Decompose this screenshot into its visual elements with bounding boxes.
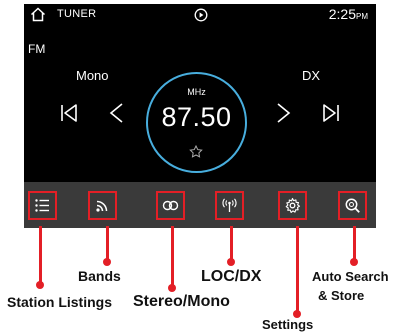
stereo-icon	[162, 200, 179, 211]
auto-search-button[interactable]	[338, 191, 367, 220]
callout-auto-search-store: & Store	[318, 288, 365, 303]
bottom-button-bar	[24, 182, 376, 228]
callout-dot-stereo-mono	[168, 284, 176, 292]
clock-ampm: PM	[356, 12, 368, 21]
callout-stereo-mono: Stereo/Mono	[133, 293, 230, 310]
antenna-icon	[222, 198, 237, 212]
mono-indicator: Mono	[76, 68, 109, 83]
list-icon	[35, 199, 49, 212]
bands-button[interactable]	[88, 191, 117, 220]
callout-line-loc-dx	[230, 226, 233, 262]
callout-line-settings	[296, 226, 299, 314]
stereo-mono-button[interactable]	[156, 191, 185, 220]
callout-station-listings: Station Listings	[7, 294, 112, 310]
callout-line-station-listings	[39, 226, 42, 284]
callout-dot-loc-dx	[227, 258, 235, 266]
home-icon[interactable]	[30, 7, 46, 22]
callout-dot-auto-search	[350, 258, 358, 266]
callout-dot-station-listings	[36, 281, 44, 289]
frequency-display: 87.50	[161, 102, 232, 132]
loc-dx-button[interactable]	[215, 191, 244, 220]
bands-icon	[96, 200, 108, 212]
band-label: FM	[28, 42, 46, 56]
callout-dot-bands	[103, 258, 111, 266]
star-outline-icon[interactable]	[189, 145, 203, 159]
callout-bands: Bands	[78, 268, 121, 284]
clock-time: 2:25	[328, 6, 356, 22]
tuner-screen: TUNER 2:25PM FM Mono DX MHz 87.50	[24, 4, 376, 228]
callout-line-bands	[106, 226, 109, 262]
callout-line-auto-search	[353, 226, 356, 262]
skip-next-icon[interactable]	[318, 100, 344, 126]
frequency-dial: MHz 87.50	[146, 72, 247, 173]
callout-auto-search: Auto Search	[312, 269, 389, 284]
media-icon[interactable]	[194, 8, 208, 22]
status-bar: TUNER 2:25PM	[24, 4, 376, 24]
frequency-unit: MHz	[187, 87, 206, 97]
dx-indicator: DX	[302, 68, 321, 83]
chevron-right-icon[interactable]	[270, 100, 296, 126]
settings-button[interactable]	[278, 191, 307, 220]
gear-icon	[285, 197, 301, 213]
station-list-button[interactable]	[28, 191, 57, 220]
clock: 2:25PM	[329, 6, 368, 22]
callout-loc-dx: LOC/DX	[201, 268, 262, 285]
source-title: TUNER	[57, 8, 97, 20]
skip-previous-icon[interactable]	[56, 100, 82, 126]
callout-settings: Settings	[262, 317, 314, 332]
callout-line-stereo-mono	[171, 226, 174, 288]
search-icon	[345, 198, 360, 213]
chevron-left-icon[interactable]	[104, 100, 130, 126]
